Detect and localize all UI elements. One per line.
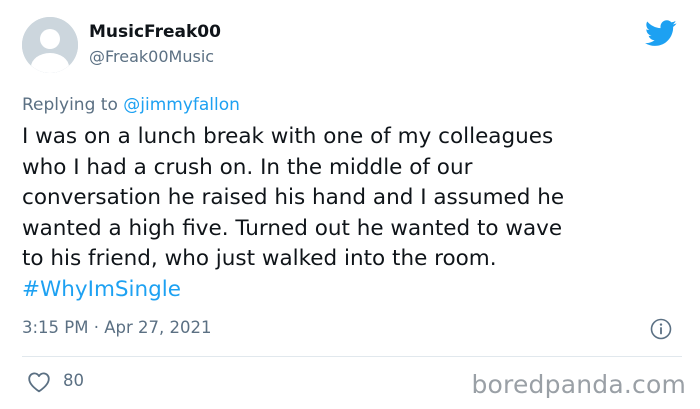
twitter-bird-icon[interactable] — [645, 20, 677, 47]
tweet-timestamp[interactable]: 3:15 PM · Apr 27, 2021 — [22, 318, 211, 337]
tweet-text-line: to his friend, who just walked into the … — [22, 246, 497, 271]
reply-mention-link[interactable]: @jimmyfallon — [123, 95, 240, 115]
avatar[interactable] — [22, 17, 78, 73]
tweet-text-line: I was on a lunch break with one of my co… — [22, 124, 554, 149]
watermark: boredpanda.com — [471, 370, 686, 399]
default-avatar-icon — [22, 17, 78, 73]
tweet-text-line: who I had a crush on. In the middle of o… — [22, 154, 473, 180]
tweet-text: I was on a lunch break with one of my co… — [22, 122, 682, 305]
display-name[interactable]: MusicFreak00 — [89, 22, 221, 42]
info-icon[interactable] — [650, 318, 672, 340]
user-handle[interactable]: @Freak00Music — [89, 47, 214, 66]
tweet-card: MusicFreak00 @Freak00Music Replying to @… — [0, 0, 700, 409]
like-count: 80 — [63, 371, 84, 390]
heart-icon[interactable] — [27, 371, 51, 393]
replying-to-label: Replying to — [22, 95, 124, 115]
tweet-text-line: wanted a high five. Turned out he wanted… — [22, 215, 563, 241]
divider — [22, 356, 682, 357]
hashtag-link[interactable]: #WhyImSingle — [22, 275, 682, 306]
replying-to: Replying to @jimmyfallon — [22, 95, 240, 115]
tweet-text-line: conversation he raised his hand and I as… — [22, 185, 565, 210]
